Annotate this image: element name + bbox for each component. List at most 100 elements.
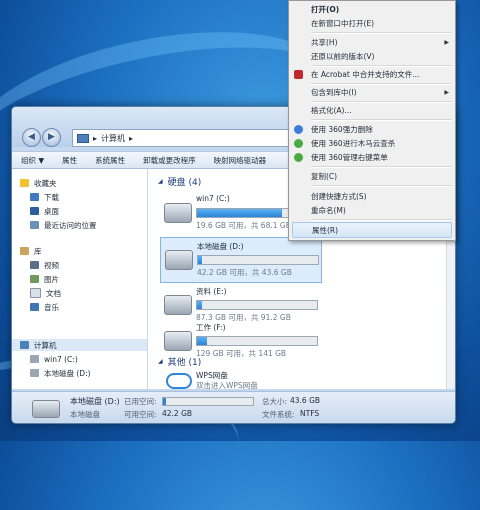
menu-label: 包含到库中(I) <box>311 87 357 97</box>
sidebar-item-drive-d[interactable]: 本地磁盘 (D:) <box>30 367 91 379</box>
document-icon <box>30 288 41 298</box>
picture-icon <box>30 275 39 283</box>
sidebar-libraries[interactable]: 库 <box>20 245 42 257</box>
menu-separator <box>311 32 452 34</box>
drive-name: win7 (C:) <box>196 194 230 203</box>
menu-label: 打开(O) <box>311 4 340 14</box>
drive-usage-bar <box>196 336 318 346</box>
sidebar-label: 图片 <box>44 274 59 284</box>
drive-name: 本地磁盘 (D:) <box>197 242 244 251</box>
acrobat-icon <box>294 69 303 79</box>
context-menu: 打开(O) 在新窗口中打开(E) 共享(H) ▶ 还原以前的版本(V) 在 Acr… <box>288 0 456 241</box>
sidebar-label: 音乐 <box>44 302 59 312</box>
details-drive-icon <box>32 400 60 418</box>
menu-open[interactable]: 打开(O) <box>289 2 455 16</box>
menu-label: 复制(C) <box>311 171 338 181</box>
properties-button[interactable]: 属性 <box>53 155 86 166</box>
navigation-pane: 收藏夹 下载 桌面 最近访问的位置 库 视频 图片 文档 音乐 计算机 win7… <box>12 169 148 389</box>
breadcrumb-chevron-icon: ▸ <box>129 133 134 143</box>
sidebar-item-videos[interactable]: 视频 <box>30 259 59 271</box>
drive-size: 42.2 GB 可用，共 43.6 GB <box>197 268 292 277</box>
menu-create-shortcut[interactable]: 创建快捷方式(S) <box>289 189 455 203</box>
collapse-icon: ◢ <box>158 178 163 185</box>
menu-label: 使用 360管理右键菜单 <box>311 152 388 162</box>
menu-open-new-window[interactable]: 在新窗口中打开(E) <box>289 16 455 30</box>
menu-label: 还原以前的版本(V) <box>311 51 375 61</box>
drive-size: 129 GB 可用，共 141 GB <box>196 349 287 358</box>
menu-label: 重命名(M) <box>311 205 346 215</box>
sidebar-item-music[interactable]: 音乐 <box>30 301 59 313</box>
menu-360-manage[interactable]: 使用 360管理右键菜单 <box>289 150 455 164</box>
menu-rename[interactable]: 重命名(M) <box>289 203 455 217</box>
drive-usage-fill <box>198 256 202 264</box>
map-network-drive-button[interactable]: 映射网络驱动器 <box>205 155 276 166</box>
sidebar-label: 视频 <box>44 260 59 270</box>
menu-label: 在 Acrobat 中合并支持的文件... <box>311 69 420 79</box>
details-free: 42.2 GB <box>162 409 193 418</box>
organize-button[interactable]: 组织 ▼ <box>12 155 53 166</box>
wps-cloud-item[interactable]: WPS网盘 双击进入WPS网盘 <box>160 367 320 390</box>
group-header-hard-disks[interactable]: ◢ 硬盘 (4) <box>158 175 201 188</box>
details-usage-bar <box>162 397 254 406</box>
menu-label: 在新窗口中打开(E) <box>311 18 375 28</box>
menu-acrobat-combine[interactable]: 在 Acrobat 中合并支持的文件... <box>289 67 455 81</box>
menu-separator <box>311 166 452 168</box>
computer-icon <box>20 341 29 349</box>
drive-usage-bar <box>196 300 318 310</box>
sidebar-item-documents[interactable]: 文档 <box>30 287 61 299</box>
sidebar-computer[interactable]: 计算机 <box>12 339 147 351</box>
menu-copy[interactable]: 复制(C) <box>289 169 455 183</box>
sidebar-label: 最近访问的位置 <box>44 220 97 230</box>
drive-size: 19.6 GB 可用，共 68.1 GB <box>196 221 291 230</box>
back-button[interactable]: ◀ <box>22 128 41 147</box>
drive-icon <box>164 331 192 351</box>
submenu-arrow-icon: ▶ <box>444 38 449 46</box>
sidebar-label: 计算机 <box>34 340 57 350</box>
drive-d[interactable]: 本地磁盘 (D:) 42.2 GB 可用，共 43.6 GB <box>160 237 322 283</box>
group-label: 硬盘 (4) <box>167 178 202 188</box>
drive-name: 工作 (F:) <box>196 323 226 332</box>
system-properties-button[interactable]: 系统属性 <box>86 155 134 166</box>
details-free-label: 可用空间: <box>124 410 157 419</box>
sidebar-item-downloads[interactable]: 下载 <box>30 191 59 203</box>
sidebar-item-recent[interactable]: 最近访问的位置 <box>30 219 97 231</box>
details-pane: 本地磁盘 (D:) 已用空间: 总大小: 43.6 GB 本地磁盘 可用空间: … <box>12 391 455 423</box>
windows-drive-icon <box>164 203 192 223</box>
details-fs-label: 文件系统: <box>262 410 295 419</box>
sidebar-label: 桌面 <box>44 206 59 216</box>
sidebar-item-pictures[interactable]: 图片 <box>30 273 59 285</box>
details-fs: NTFS <box>300 409 320 418</box>
sidebar-favorites[interactable]: 收藏夹 <box>20 177 57 189</box>
menu-separator <box>311 185 452 187</box>
drive-usage-fill <box>197 337 207 345</box>
drive-name: 资料 (E:) <box>196 287 227 296</box>
breadcrumb-computer[interactable]: 计算机 <box>101 133 125 144</box>
drive-usage-fill <box>197 209 283 217</box>
details-total: 43.6 GB <box>290 396 321 405</box>
menu-format[interactable]: 格式化(A)... <box>289 103 455 117</box>
video-icon <box>30 261 39 269</box>
menu-label: 属性(R) <box>312 225 339 235</box>
sidebar-item-desktop[interactable]: 桌面 <box>30 205 59 217</box>
sidebar-label: 本地磁盘 (D:) <box>44 368 91 378</box>
sidebar-label: 收藏夹 <box>34 178 57 188</box>
menu-360-scan[interactable]: 使用 360进行木马云查杀 <box>289 136 455 150</box>
forward-button[interactable]: ▶ <box>42 128 61 147</box>
menu-properties[interactable]: 属性(R) <box>292 222 452 238</box>
menu-360-delete[interactable]: 使用 360强力删除 <box>289 122 455 136</box>
menu-separator <box>311 219 452 221</box>
drive-icon <box>164 295 192 315</box>
collapse-icon: ◢ <box>158 358 163 365</box>
sidebar-item-drive-c[interactable]: win7 (C:) <box>30 353 78 365</box>
menu-include-in-library[interactable]: 包含到库中(I) ▶ <box>289 85 455 99</box>
uninstall-button[interactable]: 卸载或更改程序 <box>134 155 205 166</box>
details-type: 本地磁盘 <box>70 410 100 419</box>
menu-label: 使用 360强力删除 <box>311 124 373 134</box>
360-delete-icon <box>294 124 303 134</box>
drive-icon <box>30 355 39 363</box>
360-menu-icon <box>294 152 303 162</box>
menu-restore-versions[interactable]: 还原以前的版本(V) <box>289 49 455 63</box>
menu-share[interactable]: 共享(H) ▶ <box>289 35 455 49</box>
item-subtitle: 双击进入WPS网盘 <box>196 381 258 390</box>
sidebar-label: 文档 <box>46 288 61 298</box>
